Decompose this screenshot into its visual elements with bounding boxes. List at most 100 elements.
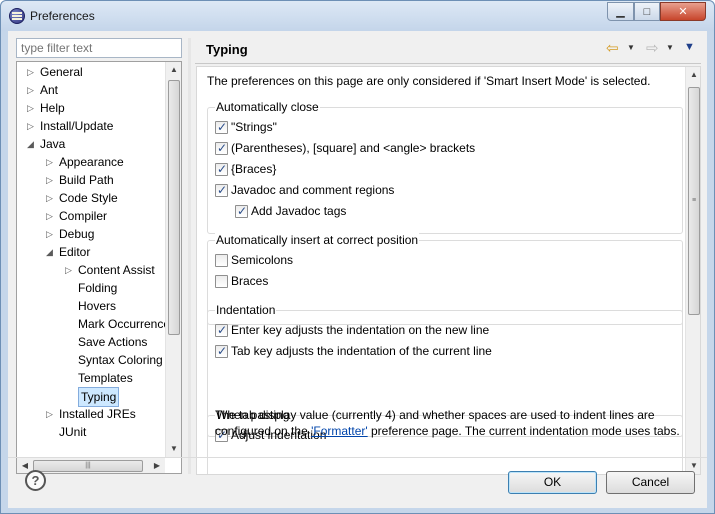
checkbox-label: {Braces}: [231, 162, 277, 176]
back-history-dropdown-icon[interactable]: ▼: [627, 43, 635, 52]
tree-item-label: Hovers: [78, 299, 117, 313]
scroll-right-arrow-icon[interactable]: ▶: [149, 461, 165, 470]
formatter-link[interactable]: 'Formatter': [311, 424, 368, 438]
checkbox-unchecked[interactable]: [215, 254, 228, 267]
help-icon: ?: [31, 473, 40, 488]
checkbox-label: Javadoc and comment regions: [231, 183, 395, 197]
checkbox-label: Semicolons: [231, 253, 294, 267]
ok-button[interactable]: OK: [508, 471, 597, 494]
content-scroll-up-arrow-icon[interactable]: ▲: [686, 70, 700, 79]
eclipse-icon: [9, 8, 25, 24]
checkbox-checked[interactable]: [215, 140, 228, 156]
maximize-icon: □: [643, 5, 651, 18]
page-navigation: ⇦ ▼ ⇨ ▼ ▼: [606, 39, 701, 57]
content-vertical-scrollbar[interactable]: ▲ ≡ ▼: [685, 67, 700, 474]
collapsed-arrow-icon[interactable]: ▷: [46, 207, 56, 225]
tree-item-label: Mark Occurrences: [78, 317, 177, 331]
checkbox-checked[interactable]: [215, 322, 228, 338]
help-button[interactable]: ?: [25, 470, 46, 491]
collapsed-arrow-icon: [65, 333, 75, 351]
collapsed-arrow-icon[interactable]: ▷: [46, 189, 56, 207]
forward-arrow-icon[interactable]: ⇨: [646, 39, 659, 57]
tree-vertical-scroll-thumb[interactable]: [168, 80, 180, 335]
collapsed-arrow-icon: [65, 315, 75, 333]
minimize-button[interactable]: ▁: [607, 2, 634, 21]
tree-item-label: Typing: [78, 387, 120, 407]
collapsed-arrow-icon[interactable]: ▷: [27, 63, 37, 81]
checkbox-checked[interactable]: [215, 161, 228, 177]
close-button[interactable]: ✕: [660, 2, 706, 21]
tree-item-label: Editor: [59, 245, 91, 259]
tree-item-label: JUnit: [59, 425, 87, 439]
tree-item-label: Content Assist: [78, 263, 155, 277]
collapsed-arrow-icon: [46, 423, 56, 441]
tree-item-label: Ant: [40, 83, 59, 97]
window-title: Preferences: [30, 9, 95, 23]
checkbox-label: (Parentheses), [square] and <angle> brac…: [231, 141, 476, 155]
content-vertical-scroll-thumb[interactable]: ≡: [688, 87, 700, 315]
tree-horizontal-scroll-thumb[interactable]: |||: [33, 460, 143, 472]
collapsed-arrow-icon[interactable]: ▷: [27, 117, 37, 135]
panel-sash[interactable]: [188, 38, 191, 474]
back-arrow-icon[interactable]: ⇦: [606, 39, 619, 57]
close-icon: ✕: [678, 6, 688, 18]
group-title-automatically-insert: Automatically insert at correct position: [215, 233, 420, 247]
checkbox-label: Add Javadoc tags: [251, 204, 347, 218]
tree-item-label: Code Style: [59, 191, 118, 205]
collapsed-arrow-icon[interactable]: ▷: [27, 99, 37, 117]
checkbox-checked[interactable]: [215, 182, 228, 198]
cancel-button[interactable]: Cancel: [606, 471, 695, 494]
tree-item-label: Templates: [78, 371, 133, 385]
dialog-client-area: ▷General▷Ant▷Help▷Install/Update◢Java▷Ap…: [8, 31, 707, 508]
tree-item-label: Compiler: [59, 209, 108, 223]
tree-item-label: General: [40, 65, 83, 79]
scroll-down-arrow-icon[interactable]: ▼: [166, 444, 181, 453]
collapsed-arrow-icon: [65, 279, 75, 297]
collapsed-arrow-icon: [65, 351, 75, 369]
checkbox-checked[interactable]: [235, 203, 248, 219]
collapsed-arrow-icon[interactable]: ▷: [46, 153, 56, 171]
indentation-note-text-end: preference page. The current indentation…: [367, 424, 680, 438]
collapsed-arrow-icon[interactable]: ▷: [46, 405, 56, 423]
page-title: Typing: [206, 42, 248, 57]
tree-item-label: Installed JREs: [59, 407, 136, 421]
filter-input[interactable]: [16, 38, 182, 58]
group-title-indentation: Indentation: [215, 303, 277, 317]
scroll-up-arrow-icon[interactable]: ▲: [166, 65, 181, 74]
tree-item-label: Install/Update: [40, 119, 114, 133]
expanded-arrow-icon[interactable]: ◢: [46, 243, 56, 261]
checkbox-checked[interactable]: [215, 343, 228, 359]
tree-vertical-scrollbar[interactable]: ▲ ▼: [165, 62, 181, 457]
tree-item-label: Java: [40, 137, 66, 151]
forward-history-dropdown-icon[interactable]: ▼: [666, 43, 674, 52]
collapsed-arrow-icon[interactable]: ▷: [65, 261, 75, 279]
collapsed-arrow-icon: [65, 387, 75, 405]
tree-item-label: Save Actions: [78, 335, 148, 349]
collapsed-arrow-icon: [65, 369, 75, 387]
tree-item-label: Syntax Coloring: [78, 353, 163, 367]
checkbox-checked[interactable]: [215, 119, 228, 135]
minimize-icon: ▁: [616, 6, 625, 18]
footer-separator: [8, 457, 707, 458]
checkbox-label: Braces: [231, 274, 269, 288]
maximize-button[interactable]: □: [634, 2, 660, 21]
intro-text: The preferences on this page are only co…: [207, 74, 651, 88]
tree-item-label: Debug: [59, 227, 95, 241]
preference-tree: ▷ General ▷ Ant ▷ Help ▷ Install/Update ◢ Java ▷ Ap…: [16, 61, 182, 474]
tree-item-label: Folding: [78, 281, 118, 295]
collapsed-arrow-icon[interactable]: ▷: [46, 225, 56, 243]
scroll-left-arrow-icon[interactable]: ◀: [17, 461, 33, 470]
content-scroll-down-arrow-icon[interactable]: ▼: [686, 461, 700, 470]
typing-preferences-content: The preferences on this page are only co…: [196, 66, 701, 475]
collapsed-arrow-icon: [65, 297, 75, 315]
indentation-note: The tab display value (currently 4) and …: [215, 407, 681, 439]
view-menu-icon[interactable]: ▼: [684, 41, 695, 53]
collapsed-arrow-icon[interactable]: ▷: [27, 81, 37, 99]
collapsed-arrow-icon[interactable]: ▷: [46, 171, 56, 189]
checkbox-unchecked[interactable]: [215, 275, 228, 288]
title-separator: [195, 63, 701, 64]
expanded-arrow-icon[interactable]: ◢: [27, 135, 37, 153]
title-bar[interactable]: Preferences ▁ □ ✕: [1, 1, 714, 31]
checkbox-label: Tab key adjusts the indentation of the c…: [231, 344, 492, 358]
group-title-automatically-close: Automatically close: [215, 100, 320, 114]
